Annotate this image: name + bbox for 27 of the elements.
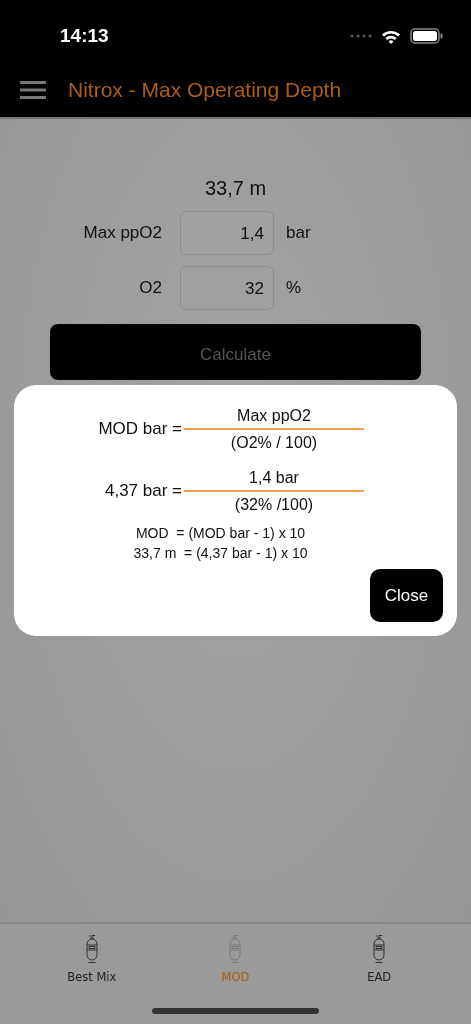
tank-icon: [372, 934, 387, 964]
tab[interactable]: EAD: [329, 924, 430, 985]
input-field[interactable]: 1,4: [180, 211, 274, 255]
unit-label: %: [286, 278, 302, 298]
formula-line: 33,7 m = (4,37 bar - 1) x 10: [133, 544, 308, 563]
result-depth: 33,7 m: [204, 177, 267, 200]
denominator: (32% /100): [234, 495, 314, 515]
tank-icon: [84, 934, 99, 964]
unit-label: bar: [286, 223, 311, 243]
tab[interactable]: Best Mix: [41, 924, 142, 985]
wifi-icon: [381, 28, 401, 44]
denominator: (O2% / 100): [230, 433, 318, 453]
menu-icon[interactable]: [20, 81, 46, 99]
screen-title: Nitrox - Max Operating Depth: [68, 78, 342, 102]
battery-icon: [410, 28, 443, 44]
formula-line: MOD = (MOD bar - 1) x 10: [135, 524, 306, 543]
status-time: 14:13: [60, 25, 109, 47]
signal-icon: [350, 34, 372, 38]
field-label: O2: [138, 278, 162, 298]
tank-icon: [228, 934, 243, 964]
input-field[interactable]: 32: [180, 266, 274, 310]
close-button[interactable]: Close: [370, 569, 443, 622]
field-label: Max ppO2: [82, 223, 162, 243]
formula-label: 4,37 bar =: [103, 481, 183, 501]
numerator: Max ppO2: [237, 406, 311, 426]
formula-label: MOD bar =: [97, 419, 183, 439]
numerator: 1,4 bar: [249, 468, 299, 488]
